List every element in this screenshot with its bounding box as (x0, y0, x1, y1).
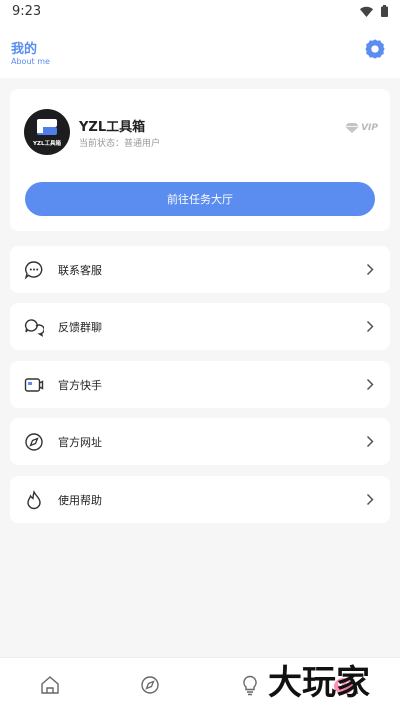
wifi-icon (360, 6, 373, 17)
profile-name: YZL工具箱 (79, 120, 146, 135)
nav-home-icon[interactable] (39, 674, 61, 696)
chevron-right-icon (366, 493, 374, 506)
group-chat-icon (24, 319, 44, 337)
avatar-caption: YZL工具箱 (33, 141, 61, 147)
watermark-logo: 大玩家 (266, 656, 390, 706)
avatar[interactable]: YZL工具箱 (24, 109, 70, 155)
menu-label: 联系客服 (58, 264, 102, 277)
menu-label: 反馈群聊 (58, 321, 102, 334)
menu-label: 使用帮助 (58, 494, 102, 507)
settings-gear-icon[interactable] (364, 38, 386, 60)
menu-item-official-website[interactable]: 官方网址 (10, 418, 390, 465)
flame-icon (27, 490, 41, 510)
video-card-icon (24, 378, 44, 392)
watermark-text: 大玩家 (268, 663, 370, 703)
diamond-icon (345, 123, 360, 133)
chevron-right-icon (366, 320, 374, 333)
menu-item-usage-help[interactable]: 使用帮助 (10, 476, 390, 523)
vip-label: VIP (361, 123, 378, 133)
page-title: 我的 (11, 42, 38, 57)
profile-status: 当前状态：普通用户 (79, 139, 161, 149)
compass-icon (25, 433, 43, 451)
page-subtitle: About me (11, 57, 50, 66)
app-logo-icon (37, 119, 57, 135)
status-bar: 9:23 (0, 0, 400, 24)
chevron-right-icon (366, 435, 374, 448)
nav-compass-icon[interactable] (139, 674, 161, 696)
menu-label: 官方快手 (58, 379, 102, 392)
task-hall-button[interactable]: 前往任务大厅 (25, 182, 375, 216)
profile-card: YZL工具箱 YZL工具箱 当前状态：普通用户 VIP 前往任务大厅 (10, 89, 390, 231)
chat-bubble-icon (24, 261, 43, 280)
chevron-right-icon (366, 378, 374, 391)
menu-label: 官方网址 (58, 436, 102, 449)
menu-item-official-kuaishou[interactable]: 官方快手 (10, 361, 390, 408)
nav-lightbulb-icon[interactable] (239, 674, 261, 696)
status-time: 9:23 (12, 4, 42, 19)
status-icons (360, 5, 388, 17)
menu-item-feedback-group[interactable]: 反馈群聊 (10, 303, 390, 350)
page-header: 我的 About me (0, 24, 400, 78)
watermark-graphic: 大玩家 (268, 663, 370, 703)
menu-item-contact-support[interactable]: 联系客服 (10, 246, 390, 293)
battery-icon (381, 5, 388, 17)
vip-badge: VIP (345, 123, 378, 133)
chevron-right-icon (366, 263, 374, 276)
